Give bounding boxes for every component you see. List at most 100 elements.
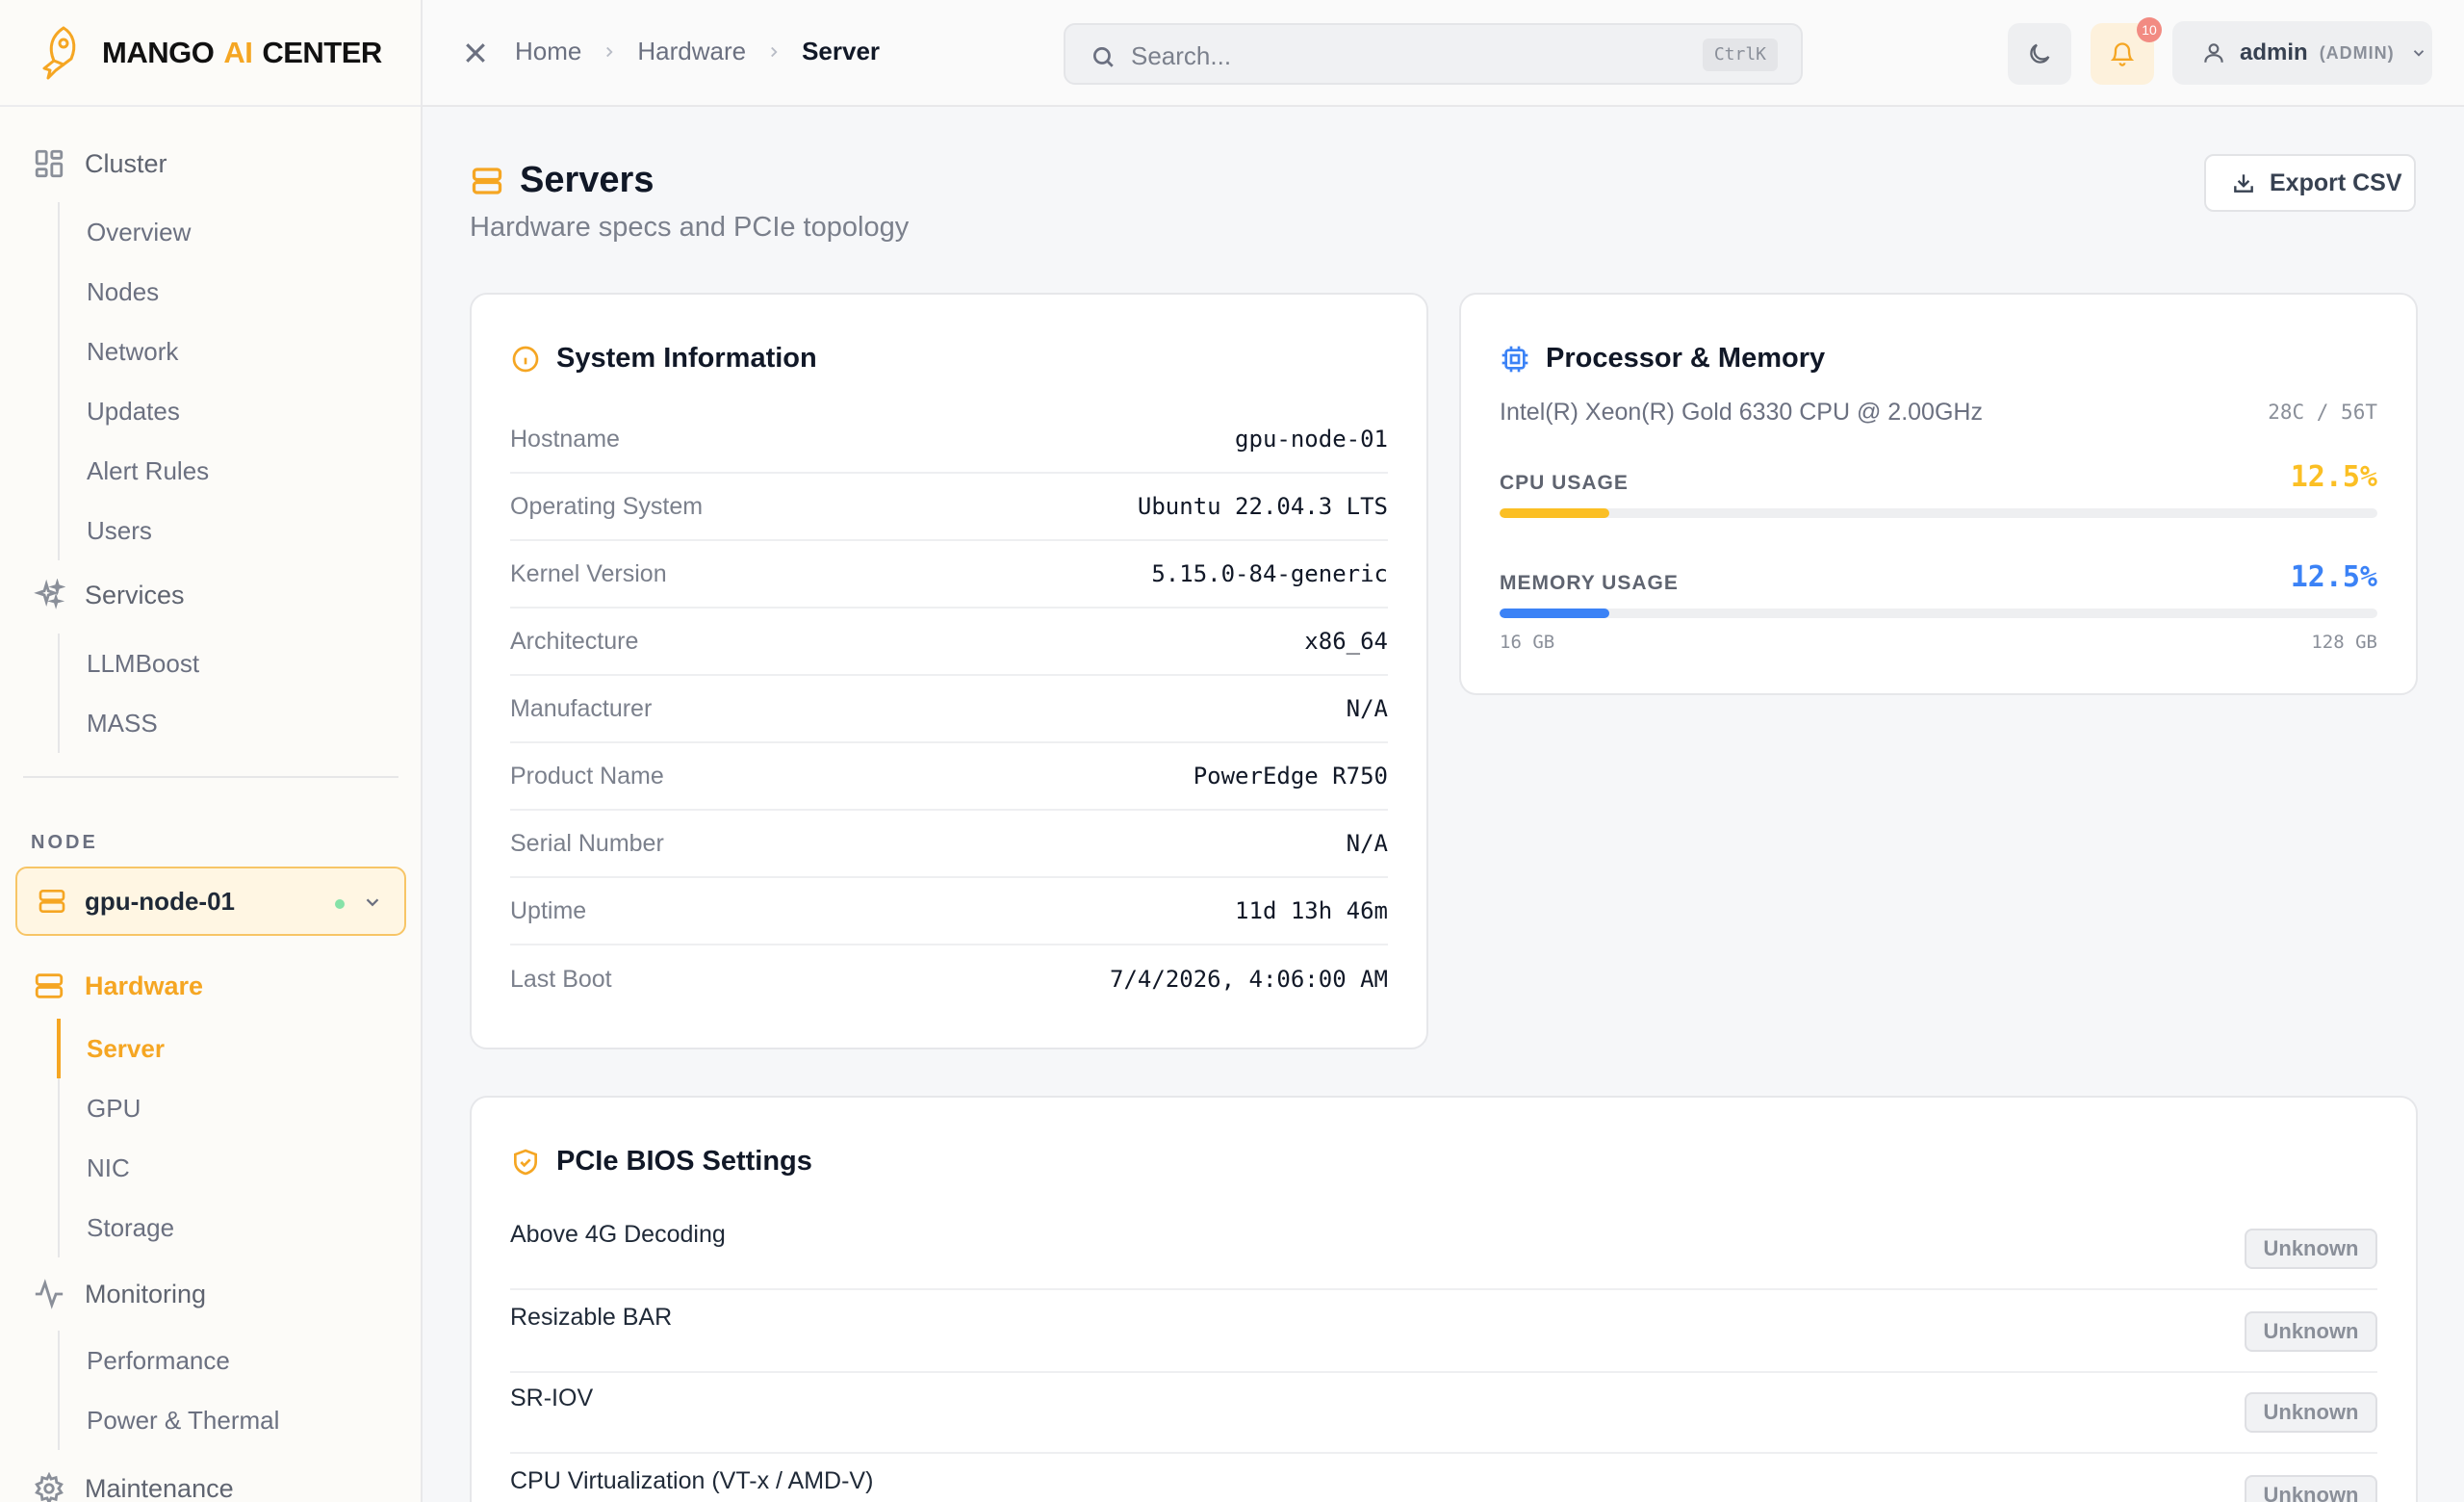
sidebar-item-mass[interactable]: MASS: [60, 693, 199, 753]
sidebar-item-power-thermal[interactable]: Power & Thermal: [60, 1390, 279, 1450]
brand[interactable]: MANGO AI CENTER: [0, 0, 421, 107]
info-key: Last Boot: [510, 965, 612, 993]
memory-usage-label: MEMORY USAGE: [1500, 572, 1679, 594]
info-value: x86_64: [1304, 628, 1388, 655]
info-value: gpu-node-01: [1235, 426, 1388, 453]
cpu-usage-value: 12.5%: [2290, 460, 2377, 494]
info-row-manufacturer: Manufacturer N/A: [510, 676, 1388, 743]
search-input[interactable]: Search... CtrlK: [1064, 23, 1803, 85]
close-icon[interactable]: [461, 39, 490, 67]
chevron-down-icon: [366, 898, 379, 907]
sidebar-section-services[interactable]: Services: [0, 572, 185, 618]
sidebar-item-nodes[interactable]: Nodes: [60, 262, 209, 322]
card-header: PCIe BIOS Settings: [510, 1146, 812, 1178]
info-value: 5.15.0-84-generic: [1151, 560, 1388, 587]
memory-usage-bar-fill: [1500, 609, 1609, 618]
cpu-usage-bar-fill: [1500, 508, 1609, 518]
info-value: 7/4/2026, 4:06:00 AM: [1110, 966, 1388, 993]
cpu-usage-label: CPU USAGE: [1500, 472, 1629, 494]
sparkles-icon: [34, 579, 65, 609]
status-badge: Unknown: [2245, 1229, 2377, 1269]
brand-text-ai: AI: [223, 35, 253, 69]
cpu-icon: [1502, 346, 1528, 372]
info-key: Operating System: [510, 492, 704, 520]
search-placeholder: Search...: [1131, 41, 1232, 70]
info-value: N/A: [1346, 695, 1388, 722]
moon-icon: [2030, 43, 2050, 64]
sidebar-section-cluster[interactable]: Cluster: [0, 141, 167, 187]
sidebar: MANGO AI CENTER Cluster Overview Nodes N…: [0, 0, 423, 1502]
info-row-serial-number: Serial Number N/A: [510, 811, 1388, 878]
memory-usage-bar: [1500, 609, 2377, 618]
card-header: Processor & Memory: [1500, 343, 1825, 375]
sidebar-section-monitoring[interactable]: Monitoring: [0, 1271, 206, 1317]
sidebar-section-hardware[interactable]: Hardware: [0, 963, 203, 1009]
server-icon: [38, 890, 65, 913]
node-selector[interactable]: gpu-node-01: [15, 867, 406, 936]
bell-icon: [2110, 42, 2135, 66]
info-key: Manufacturer: [510, 694, 653, 722]
info-row-product-name: Product Name PowerEdge R750: [510, 743, 1388, 811]
bios-setting-name: Above 4G Decoding: [510, 1221, 726, 1248]
gear-icon: [35, 1472, 64, 1502]
sidebar-item-nic[interactable]: NIC: [60, 1138, 174, 1198]
sidebar-item-users[interactable]: Users: [60, 501, 209, 560]
sidebar-section-label: Services: [85, 580, 185, 609]
user-role: (ADMIN): [2319, 42, 2395, 63]
sidebar-item-updates[interactable]: Updates: [60, 381, 209, 441]
sidebar-item-overview[interactable]: Overview: [60, 202, 209, 262]
bios-row-sr-iov: SR-IOV Unknown: [510, 1373, 2377, 1454]
node-selector-value: gpu-node-01: [85, 886, 235, 916]
export-csv-label: Export CSV: [2270, 168, 2402, 196]
info-key: Architecture: [510, 627, 639, 655]
server-icon: [35, 973, 64, 998]
bios-setting-name: CPU Virtualization (VT-x / AMD-V): [510, 1467, 874, 1494]
sidebar-item-performance[interactable]: Performance: [60, 1331, 279, 1390]
topbar: Home Hardware Server Search... CtrlK 10 …: [423, 0, 2464, 107]
sidebar-section-maintenance[interactable]: Maintenance: [0, 1465, 234, 1502]
sidebar-item-llmboost[interactable]: LLMBoost: [60, 634, 199, 693]
info-row-last-boot: Last Boot 7/4/2026, 4:06:00 AM: [510, 945, 1388, 1013]
services-submenu: LLMBoost MASS: [58, 634, 199, 753]
card-title: PCIe BIOS Settings: [556, 1146, 812, 1177]
info-row-architecture: Architecture x86_64: [510, 609, 1388, 676]
page-title: Servers: [520, 160, 654, 200]
sidebar-item-alert-rules[interactable]: Alert Rules: [60, 441, 209, 501]
info-row-kernel: Kernel Version 5.15.0-84-generic: [510, 541, 1388, 609]
breadcrumb-hardware[interactable]: Hardware: [637, 37, 746, 66]
info-key: Uptime: [510, 896, 587, 924]
sidebar-item-gpu[interactable]: GPU: [60, 1078, 174, 1138]
notification-count-badge: 10: [2137, 17, 2162, 42]
bios-setting-name: Resizable BAR: [510, 1304, 673, 1331]
memory-used: 16 GB: [1500, 632, 1555, 653]
info-key: Product Name: [510, 762, 664, 790]
grid-icon: [35, 149, 64, 178]
sidebar-item-server[interactable]: Server: [57, 1019, 174, 1078]
bios-row-resizable-bar: Resizable BAR Unknown: [510, 1292, 2377, 1373]
sidebar-section-label: Maintenance: [85, 1473, 234, 1502]
server-icon: [472, 167, 502, 194]
info-key: Hostname: [510, 425, 620, 453]
card-title: Processor & Memory: [1546, 343, 1826, 374]
cpu-usage-bar: [1500, 508, 2377, 518]
info-icon: [512, 346, 539, 372]
sidebar-section-label: Monitoring: [85, 1279, 207, 1308]
export-csv-button[interactable]: Export CSV: [2204, 154, 2416, 212]
sidebar-item-network[interactable]: Network: [60, 322, 209, 381]
sidebar-item-storage[interactable]: Storage: [60, 1198, 174, 1257]
card-header: System Information: [510, 343, 817, 375]
bios-row-cpu-virtualization: CPU Virtualization (VT-x / AMD-V) Unknow…: [510, 1456, 2377, 1502]
breadcrumb-home[interactable]: Home: [515, 37, 581, 66]
search-shortcut-hint: CtrlK: [1702, 39, 1778, 71]
node-status-dot: [335, 899, 345, 909]
notifications-button[interactable]: 10: [2091, 17, 2162, 85]
search-icon: [1092, 46, 1114, 67]
breadcrumb-current: Server: [802, 37, 881, 65]
user-menu-button[interactable]: admin (ADMIN): [2172, 21, 2432, 85]
brand-text-center: CENTER: [262, 35, 382, 69]
memory-total: 128 GB: [2311, 632, 2377, 653]
system-information-card: System Information Hostname gpu-node-01 …: [470, 293, 1428, 1049]
theme-toggle-button[interactable]: [2008, 23, 2071, 85]
bios-setting-name: SR-IOV: [510, 1385, 594, 1411]
rocket-logo-icon: [42, 25, 76, 79]
